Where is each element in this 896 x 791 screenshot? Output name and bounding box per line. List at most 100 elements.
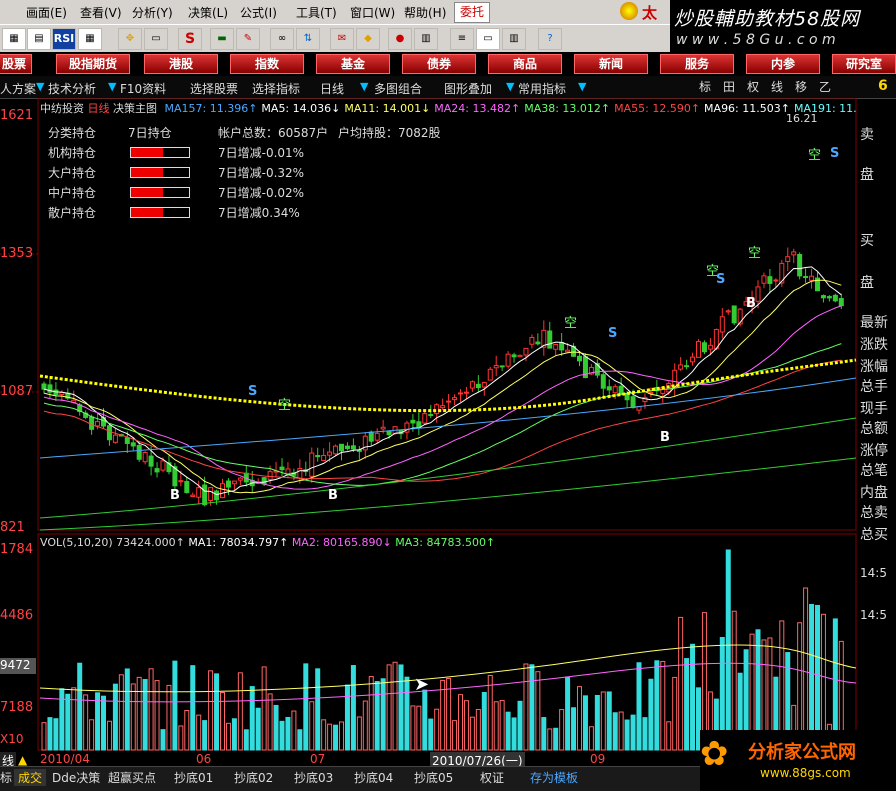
tab-select-indicator[interactable]: 选择指标 — [252, 80, 300, 97]
menu-item-view[interactable]: 画面(E) — [26, 4, 67, 21]
holding-bar-fill — [131, 208, 163, 217]
menu-item-window[interactable]: 窗口(W) — [350, 4, 395, 21]
nav-index[interactable]: 指数 — [230, 54, 304, 74]
tab-overlay[interactable]: 图形叠加 — [444, 80, 492, 97]
bottom-tab-trades[interactable]: 成交 — [14, 769, 47, 786]
arrow-icon[interactable]: ⇅ — [296, 28, 320, 50]
pill-icon[interactable]: ● — [388, 28, 412, 50]
flag-icon[interactable]: ▬ — [210, 28, 234, 50]
nav-research[interactable]: 研究室 — [832, 54, 896, 74]
nav-stocks[interactable]: 股票 — [0, 54, 32, 74]
dropdown-arrow-icon[interactable]: ▼ — [36, 80, 44, 93]
dropdown-arrow-icon[interactable]: ▼ — [578, 80, 586, 93]
menu-item-formula[interactable]: 公式(I) — [240, 4, 277, 21]
nav-fund[interactable]: 基金 — [316, 54, 390, 74]
bottom-tab-bottom05[interactable]: 抄底05 — [414, 769, 453, 786]
dropdown-arrow-icon[interactable]: ▼ — [108, 80, 116, 93]
rights-button[interactable]: 权 — [744, 78, 762, 96]
window-icon[interactable]: ▭ — [476, 28, 500, 50]
candle-body — [487, 368, 493, 381]
candle-body — [368, 431, 374, 442]
rsi-button[interactable]: RSI — [52, 28, 76, 50]
tab-technical[interactable]: 技术分析 — [48, 80, 96, 97]
ma-label: MA38: 13.012↑ — [524, 102, 611, 115]
tag-button[interactable]: 标 — [696, 78, 714, 96]
menu-item-help[interactable]: 帮助(H) — [404, 4, 446, 21]
help-icon[interactable]: ? — [538, 28, 562, 50]
candle-body — [196, 487, 202, 498]
nav-futures[interactable]: 股指期货 — [56, 54, 130, 74]
binoculars-icon[interactable]: ∞ — [270, 28, 294, 50]
tab-common-indicators[interactable]: 常用指标 — [518, 80, 566, 97]
volume-bar — [505, 711, 511, 751]
line-button[interactable]: 线 — [768, 78, 786, 96]
chart-icon[interactable]: ▦ — [2, 28, 26, 50]
candle-body — [761, 275, 767, 284]
nav-news[interactable]: 新闻 — [574, 54, 648, 74]
bottom-tab-bottom03[interactable]: 抄底03 — [294, 769, 333, 786]
grid-button[interactable]: 田 — [720, 78, 738, 96]
trades-label: 总笔 — [860, 463, 888, 479]
bottom-tab-dde[interactable]: Dde决策 — [52, 769, 100, 786]
volume-bar — [612, 712, 618, 751]
volume-bar — [95, 692, 101, 751]
candle-body — [452, 397, 458, 400]
tab-daily[interactable]: 日线 — [320, 80, 344, 97]
candle-body — [208, 487, 214, 501]
nav-bond[interactable]: 债券 — [402, 54, 476, 74]
candle-body — [148, 455, 154, 467]
list-icon[interactable]: ≡ — [450, 28, 474, 50]
tab-select-stock[interactable]: 选择股票 — [190, 80, 238, 97]
bottom-tab-warrant[interactable]: 权证 — [480, 769, 504, 786]
diamond-icon[interactable]: ◆ — [356, 28, 380, 50]
tab-multi-chart[interactable]: 多图组合 — [374, 80, 422, 97]
nav-service[interactable]: 服务 — [660, 54, 734, 74]
move-button[interactable]: 移 — [792, 78, 810, 96]
scheme-label[interactable]: 人方案 — [0, 80, 36, 97]
ma-label: MA96: 11.503↑ — [704, 102, 790, 115]
dropdown-arrow-icon[interactable]: ▼ — [360, 80, 368, 93]
menu-item-look[interactable]: 查看(V) — [80, 4, 122, 21]
calc-icon[interactable]: ▥ — [414, 28, 438, 50]
save-template-button[interactable]: 存为模板 — [530, 769, 578, 786]
bottom-tab-buypoint[interactable]: 超赢买点 — [108, 769, 156, 786]
time-label: 14:5 — [860, 608, 887, 622]
volume-bar — [142, 679, 148, 751]
candle-body — [701, 342, 707, 353]
volume-bar — [654, 660, 660, 751]
table-icon[interactable]: ▦ — [78, 28, 102, 50]
pct-label: 涨幅 — [860, 359, 888, 375]
tab-f10[interactable]: F10资料 — [120, 80, 166, 97]
stock-chart[interactable] — [0, 98, 858, 752]
bottom-tab-bottom04[interactable]: 抄底04 — [354, 769, 393, 786]
ma-label: MA157: 11.396↑ — [164, 102, 258, 115]
nav-hk[interactable]: 港股 — [144, 54, 218, 74]
move-icon[interactable]: ✥ — [118, 28, 142, 50]
ruler-icon[interactable]: ▭ — [144, 28, 168, 50]
bars-icon[interactable]: ▥ — [502, 28, 526, 50]
candle-body — [350, 445, 356, 450]
nav-commodity[interactable]: 商品 — [488, 54, 562, 74]
trade-button[interactable]: 委托 — [454, 2, 490, 23]
88gs-logo: ✿ 分析家公式网 www.88gs.com — [700, 730, 896, 790]
volume-bar — [422, 689, 428, 751]
bottom-tab[interactable]: 标 — [0, 769, 12, 786]
volume-bar — [636, 662, 642, 751]
signal-s: S — [830, 146, 840, 161]
bottom-tab-bottom02[interactable]: 抄底02 — [234, 769, 273, 786]
bottom-tab-bottom01[interactable]: 抄底01 — [174, 769, 213, 786]
grid-icon[interactable]: ▤ — [27, 28, 51, 50]
volume-bar — [660, 660, 666, 751]
nav-internal[interactable]: 内参 — [746, 54, 820, 74]
volume-bar — [261, 666, 267, 751]
menu-item-tools[interactable]: 工具(T) — [296, 4, 337, 21]
chat-icon[interactable]: ✉ — [330, 28, 354, 50]
misc-button[interactable]: 乙 — [816, 78, 834, 96]
draw-icon[interactable]: ✎ — [236, 28, 260, 50]
menu-item-analysis[interactable]: 分析(Y) — [132, 4, 173, 21]
s-button[interactable]: S — [178, 28, 202, 50]
volume-bar — [374, 681, 380, 751]
volume-bar — [386, 664, 392, 751]
dropdown-arrow-icon[interactable]: ▼ — [506, 80, 514, 93]
menu-item-decision[interactable]: 决策(L) — [188, 4, 228, 21]
